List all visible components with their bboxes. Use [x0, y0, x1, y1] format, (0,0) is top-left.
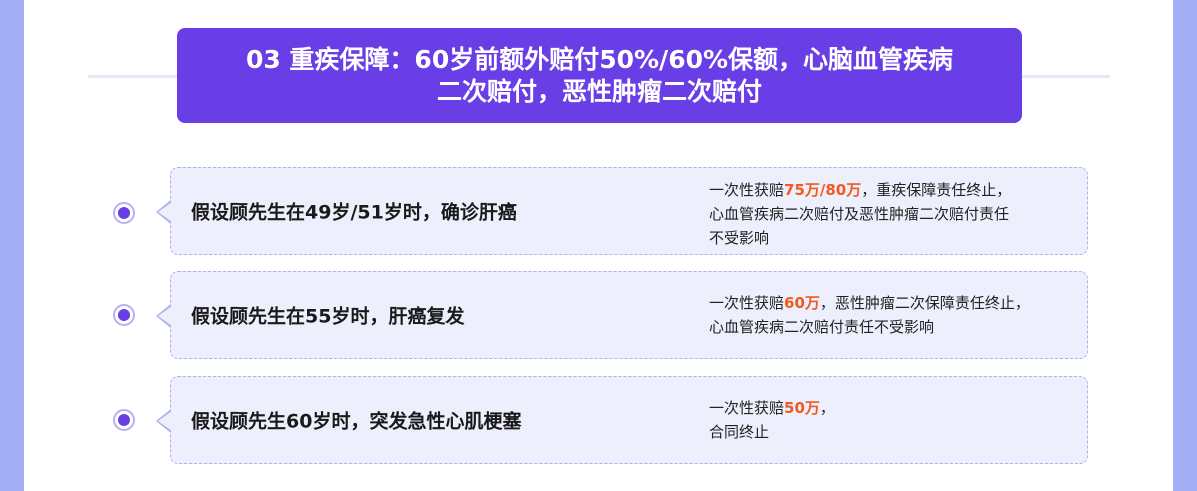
desc-line-2: 心血管疾病二次赔付及恶性肿瘤二次赔付责任 — [709, 205, 1010, 223]
case-card-1: 假设顾先生在49岁/51岁时，确诊肝癌 一次性获赔75万/80万，重疾保障责任终… — [156, 167, 1088, 255]
bullet-dot-icon — [113, 304, 135, 326]
case-card-2: 假设顾先生在55岁时，肝癌复发 一次性获赔60万，恶性肿瘤二次保障责任终止， 心… — [156, 271, 1088, 359]
desc-line-2: 心血管疾病二次赔付责任不受影响 — [709, 318, 935, 336]
payout-amount: 50万 — [784, 399, 820, 417]
desc-suffix: ，重疾保障责任终止， — [861, 181, 1012, 199]
case-description: 一次性获赔75万/80万，重疾保障责任终止， 心血管疾病二次赔付及恶性肿瘤二次赔… — [709, 178, 1084, 250]
bullet-dot-icon — [113, 409, 135, 431]
desc-suffix: ， — [819, 399, 835, 417]
case-row-3: 假设顾先生60岁时，突发急性心肌梗塞 一次性获赔50万， 合同终止 — [0, 376, 1197, 466]
section-title-line-1: 03 重疾保障：60岁前额外赔付50%/60%保额，心脑血管疾病 — [245, 44, 954, 74]
section-title-banner: 03 重疾保障：60岁前额外赔付50%/60%保额，心脑血管疾病 二次赔付，恶性… — [177, 28, 1022, 123]
desc-line-3: 不受影响 — [709, 229, 770, 247]
case-row-1: 假设顾先生在49岁/51岁时，确诊肝癌 一次性获赔75万/80万，重疾保障责任终… — [0, 167, 1197, 257]
case-row-2: 假设顾先生在55岁时，肝癌复发 一次性获赔60万，恶性肿瘤二次保障责任终止， 心… — [0, 271, 1197, 361]
payout-amount: 75万/80万 — [784, 181, 862, 199]
case-description: 一次性获赔60万，恶性肿瘤二次保障责任终止， 心血管疾病二次赔付责任不受影响 — [709, 291, 1084, 339]
case-card-3: 假设顾先生60岁时，突发急性心肌梗塞 一次性获赔50万， 合同终止 — [156, 376, 1088, 464]
desc-line-2: 合同终止 — [709, 423, 770, 441]
case-description: 一次性获赔50万， 合同终止 — [709, 396, 1084, 444]
case-text: 假设顾先生60岁时，突发急性心肌梗塞 — [191, 410, 522, 433]
desc-prefix: 一次性获赔 — [709, 399, 785, 417]
desc-suffix: ，恶性肿瘤二次保障责任终止， — [819, 294, 1030, 312]
case-text: 假设顾先生在55岁时，肝癌复发 — [191, 305, 465, 328]
desc-prefix: 一次性获赔 — [709, 294, 785, 312]
section-title-line-2: 二次赔付，恶性肿瘤二次赔付 — [436, 76, 762, 106]
desc-prefix: 一次性获赔 — [709, 181, 785, 199]
case-text: 假设顾先生在49岁/51岁时，确诊肝癌 — [191, 201, 517, 224]
bullet-dot-icon — [113, 202, 135, 224]
payout-amount: 60万 — [784, 294, 820, 312]
